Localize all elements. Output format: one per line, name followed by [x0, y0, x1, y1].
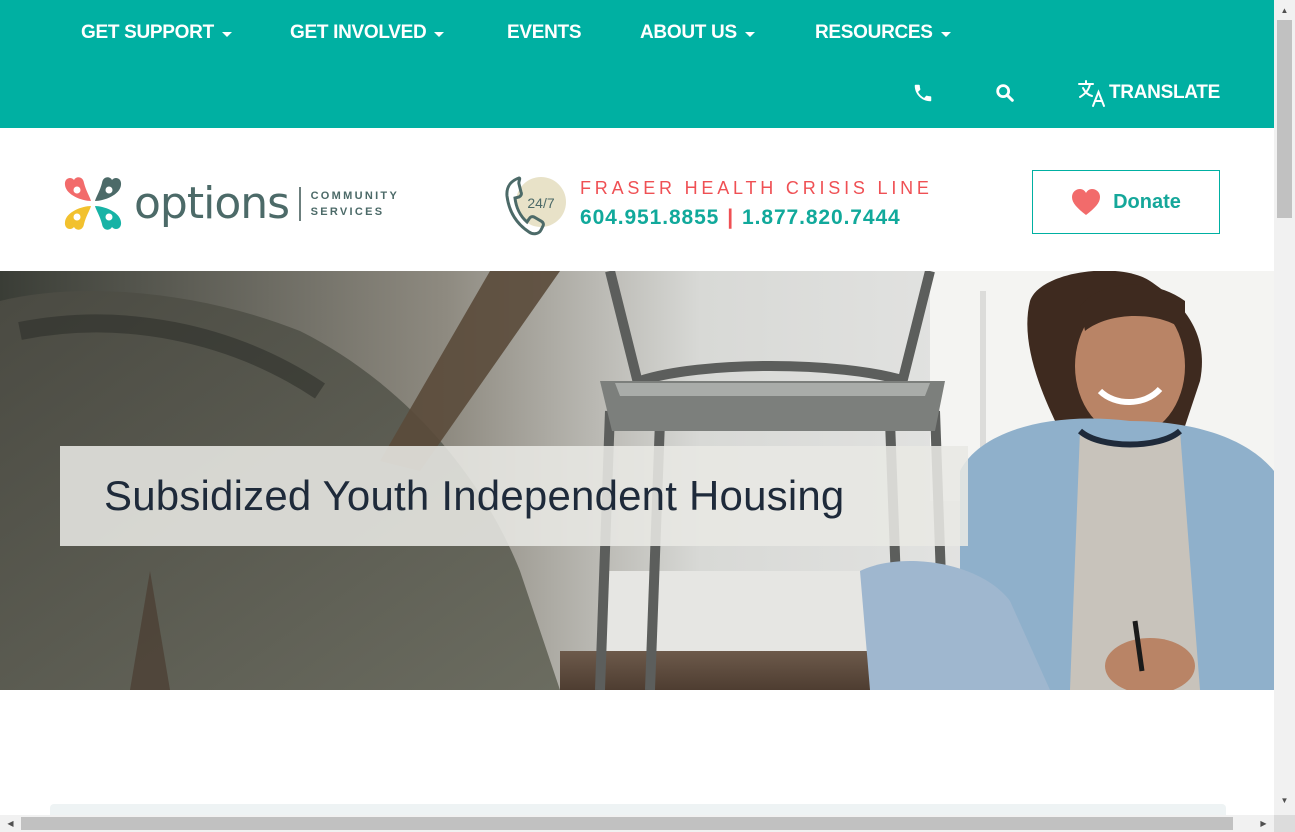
- crisis-phone-tollfree[interactable]: 1.877.820.7444: [742, 206, 901, 229]
- nav-about-us[interactable]: ABOUT US: [640, 20, 755, 46]
- scrollbar-corner: [1274, 815, 1295, 832]
- scroll-left-icon[interactable]: ◀: [2, 815, 19, 832]
- top-navigation: GET SUPPORT GET INVOLVED EVENTS ABOUT US…: [0, 0, 1274, 128]
- caret-down-icon: [221, 31, 232, 37]
- scroll-right-icon[interactable]: ▶: [1255, 815, 1272, 832]
- page-title: Subsidized Youth Independent Housing: [104, 472, 845, 519]
- horizontal-scrollbar[interactable]: ◀ ▶: [0, 815, 1274, 832]
- donate-button[interactable]: Donate: [1032, 170, 1220, 234]
- crisis-badge: 24/7: [527, 195, 554, 211]
- donate-label: Donate: [1113, 190, 1181, 213]
- hero-banner: Subsidized Youth Independent Housing: [0, 271, 1274, 690]
- translate-icon: [1078, 80, 1105, 107]
- site-logo[interactable]: options COMMUNITY SERVICES: [62, 172, 422, 236]
- crisis-phone-local[interactable]: 604.951.8855: [580, 206, 719, 229]
- phone-icon: [914, 84, 932, 102]
- logo-sub-line1: COMMUNITY: [310, 190, 400, 202]
- nav-label: ABOUT US: [640, 22, 737, 43]
- logo-divider: [299, 187, 301, 221]
- nav-label: GET INVOLVED: [290, 22, 427, 43]
- logo-subtitle: COMMUNITY SERVICES: [311, 188, 400, 220]
- heart-icon: [1072, 189, 1101, 215]
- caret-down-icon: [434, 31, 445, 37]
- vertical-scroll-thumb[interactable]: [1277, 20, 1292, 218]
- page-viewport: GET SUPPORT GET INVOLVED EVENTS ABOUT US…: [0, 0, 1274, 815]
- scroll-down-icon[interactable]: ▼: [1274, 792, 1295, 809]
- nav-events[interactable]: EVENTS: [507, 20, 582, 46]
- caret-down-icon: [940, 31, 951, 37]
- vertical-scrollbar[interactable]: ▲ ▼: [1274, 0, 1295, 815]
- site-header: options COMMUNITY SERVICES 24/7 FRASER H…: [0, 128, 1274, 271]
- search-icon: [996, 84, 1014, 102]
- phone-separator: |: [727, 206, 735, 229]
- logo-mark-icon: [64, 177, 122, 230]
- logo-wordmark: options: [134, 178, 290, 229]
- nav-get-involved[interactable]: GET INVOLVED: [290, 20, 445, 46]
- translate-label: TRANSLATE: [1109, 82, 1220, 103]
- phone-24-7-icon: 24/7: [505, 176, 566, 236]
- crisis-line: 24/7 FRASER HEALTH CRISIS LINE 604.951.8…: [503, 172, 933, 236]
- content-card: [50, 804, 1226, 815]
- nav-label: GET SUPPORT: [81, 22, 214, 43]
- nav-label: EVENTS: [507, 22, 582, 43]
- nav-get-support[interactable]: GET SUPPORT: [81, 20, 232, 46]
- nav-resources[interactable]: RESOURCES: [815, 20, 951, 46]
- phone-button[interactable]: [912, 78, 934, 108]
- horizontal-scroll-thumb[interactable]: [21, 817, 1233, 830]
- logo-sub-line2: SERVICES: [310, 206, 385, 218]
- hero-title-box: Subsidized Youth Independent Housing: [60, 446, 968, 546]
- crisis-title: FRASER HEALTH CRISIS LINE: [580, 178, 933, 198]
- search-button[interactable]: [994, 78, 1016, 108]
- crisis-phones: 604.951.8855 | 1.877.820.7444: [580, 206, 901, 230]
- translate-button[interactable]: TRANSLATE: [1077, 78, 1220, 108]
- scroll-up-icon[interactable]: ▲: [1274, 2, 1295, 19]
- caret-down-icon: [744, 31, 755, 37]
- nav-label: RESOURCES: [815, 22, 933, 43]
